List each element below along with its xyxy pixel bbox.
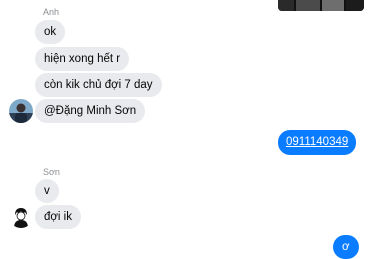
sender-name: Sơn <box>43 167 60 177</box>
sender-name: Anh <box>43 7 60 17</box>
message-bubble-outgoing[interactable]: ơ <box>333 235 359 259</box>
avatar-photo-icon <box>9 99 33 123</box>
mention-message-bubble[interactable]: @Đặng Minh Sơn <box>35 99 146 123</box>
avatar[interactable] <box>9 99 33 123</box>
message-bubble-incoming[interactable]: đợi ik <box>35 205 81 229</box>
message-bubble-incoming[interactable]: hiện xong hết r <box>35 47 130 71</box>
message-bubble-incoming[interactable]: ok <box>35 20 66 44</box>
avatar-drawing-icon <box>9 204 33 228</box>
avatar[interactable] <box>9 204 33 228</box>
message-bubble-incoming[interactable]: v <box>35 179 59 203</box>
message-bubble-incoming[interactable]: còn kik chủ đợi 7 day <box>35 73 162 97</box>
phone-number-message-bubble[interactable]: 0911140349 <box>278 130 357 155</box>
media-thumbnail[interactable] <box>278 0 364 11</box>
